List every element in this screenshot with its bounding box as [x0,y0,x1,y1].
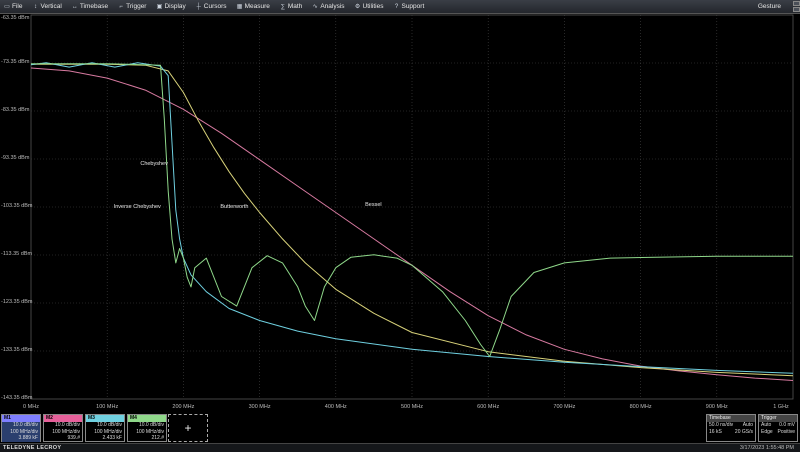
waveform-grid[interactable]: -63.35 dBm -73.35 dBm -83.35 dBm -93.35 dBm… [0,13,800,412]
menu-item-support[interactable]: ? Support [389,0,430,13]
menu-item-label: Timebase [79,3,109,10]
window-restore-button[interactable] [793,0,800,6]
menu-item-label: Support [401,3,425,10]
descriptor-value: 2.433 kF [102,435,122,441]
menu-item-timebase[interactable]: ↔ Timebase [68,0,114,13]
menu-item-label: Math [287,3,303,10]
x-tick-label: 400 MHz [324,404,347,410]
descriptor-value: 3.889 kF [2,435,40,442]
x-tick-label: 1 GHz [773,404,789,410]
descriptor-bar: + Timebase 50.0 ns/div Auto 16 kS 20 GS/… [0,412,800,443]
trigger-row: Edge Positive [759,429,797,436]
menu-item-label: Utilities [362,3,384,10]
utilities-icon: ⚙ [354,3,361,10]
timebase-title: Timebase [707,415,755,422]
descriptor-value: 939.# [67,435,80,441]
y-tick-label: -123.35 dBm [1,299,33,305]
descriptor-id: M4 [128,415,166,422]
menu-item-cursors[interactable]: ┼ Cursors [192,0,233,13]
trace-label-bessel: Bessel [365,202,382,209]
x-tick-label: 200 MHz [172,404,195,410]
measure-icon: ▦ [236,3,243,10]
menu-item-file[interactable]: ▭ File [0,0,28,13]
trigger-icon: ⌐ [119,3,123,10]
x-tick-label: 800 MHz [629,404,652,410]
trace-label-chebyshev: Chebyshev [140,160,168,167]
timebase-row: 16 kS 20 GS/s [707,429,755,436]
y-tick-label: -83.35 dBm [1,107,30,113]
descriptor-id: M2 [44,415,82,422]
math-icon: ∑ [280,3,285,10]
descriptor-id: M1 [2,415,40,422]
menu-item-utilities[interactable]: ⚙ Utilities [351,0,390,13]
trace-label-inverse-chebyshev: Inverse Chebyshev [113,203,161,210]
menu-item-label: Vertical [40,3,62,10]
menu-bar: ▭ File ↕ Vertical ↔ Timebase ⌐ Trigger ▣ Display ┼… [0,0,800,14]
menu-item-label: Display [164,3,186,10]
math-descriptor-m3[interactable]: M3 10.0 dB/div 100 MHz/div 2.433 kF [85,414,125,442]
window-buttons [793,0,800,13]
menu-item-label: Analysis [320,3,345,10]
math-descriptor-m4[interactable]: M4 10.0 dB/div 100 MHz/div 212.# [127,414,167,442]
trigger-slope: Positive [777,428,795,435]
window-close-button[interactable] [793,6,800,12]
timebase-rate: 20 GS/s [734,428,753,435]
x-tick-label: 100 MHz [96,404,119,410]
descriptor-value: 212.# [151,435,164,441]
x-tick-label: 700 MHz [553,404,576,410]
y-tick-label: -63.35 dBm [1,15,30,21]
timebase-descriptor[interactable]: Timebase 50.0 ns/div Auto 16 kS 20 GS/s [706,414,756,442]
menu-item-label: Measure [244,3,270,10]
gesture-label[interactable]: Gesture [758,3,789,10]
trigger-title: Trigger [759,415,797,422]
spectrum-chart [30,14,794,400]
y-tick-label: -143.35 dBm [1,395,33,401]
trigger-descriptor[interactable]: Trigger Auto 0.0 mV Edge Positive [758,414,798,442]
menu-item-vertical[interactable]: ↕ Vertical [28,0,67,13]
cursors-icon: ┼ [196,3,201,10]
trigger-type: Edge [761,428,773,435]
trace-label-butterworth: Butterworth [220,203,249,210]
x-tick-label: 300 MHz [248,404,271,410]
y-tick-label: -93.35 dBm [1,155,30,161]
math-descriptor-m1[interactable]: M1 10.0 dB/div 100 MHz/div 3.889 kF [1,414,41,442]
display-icon: ▣ [156,3,163,10]
y-tick-label: -133.35 dBm [1,347,33,353]
x-tick-label: 500 MHz [400,404,424,410]
support-icon: ? [394,3,399,10]
menu-item-math[interactable]: ∑ Math [276,0,308,13]
math-descriptor-m2[interactable]: M2 10.0 dB/div 100 MHz/div 939.# [43,414,83,442]
y-tick-label: -113.35 dBm [1,251,33,257]
menu-item-measure[interactable]: ▦ Measure [233,0,276,13]
add-trace-button[interactable]: + [168,414,208,442]
analysis-icon: ∿ [312,3,318,10]
x-tick-label: 0 MHz [23,404,39,410]
y-tick-label: -73.35 dBm [1,59,30,65]
menu-item-trigger[interactable]: ⌐ Trigger [114,0,152,13]
y-tick-label: -103.35 dBm [1,203,33,209]
menu-item-label: Trigger [126,3,147,10]
descriptor-id: M3 [86,415,124,422]
menu-item-label: Cursors [203,3,227,10]
series-line-chebyshev [30,62,794,374]
x-tick-label: 900 MHz [705,404,728,410]
timebase-samples: 16 kS [709,428,722,435]
menu-item-display[interactable]: ▣ Display [152,0,191,13]
file-icon: ▭ [4,3,10,10]
menu-item-label: File [12,3,23,10]
timebase-icon: ↔ [71,3,78,10]
x-tick-label: 600 MHz [477,404,500,410]
menu-item-analysis[interactable]: ∿ Analysis [308,0,350,13]
vertical-icon: ↕ [33,3,37,10]
